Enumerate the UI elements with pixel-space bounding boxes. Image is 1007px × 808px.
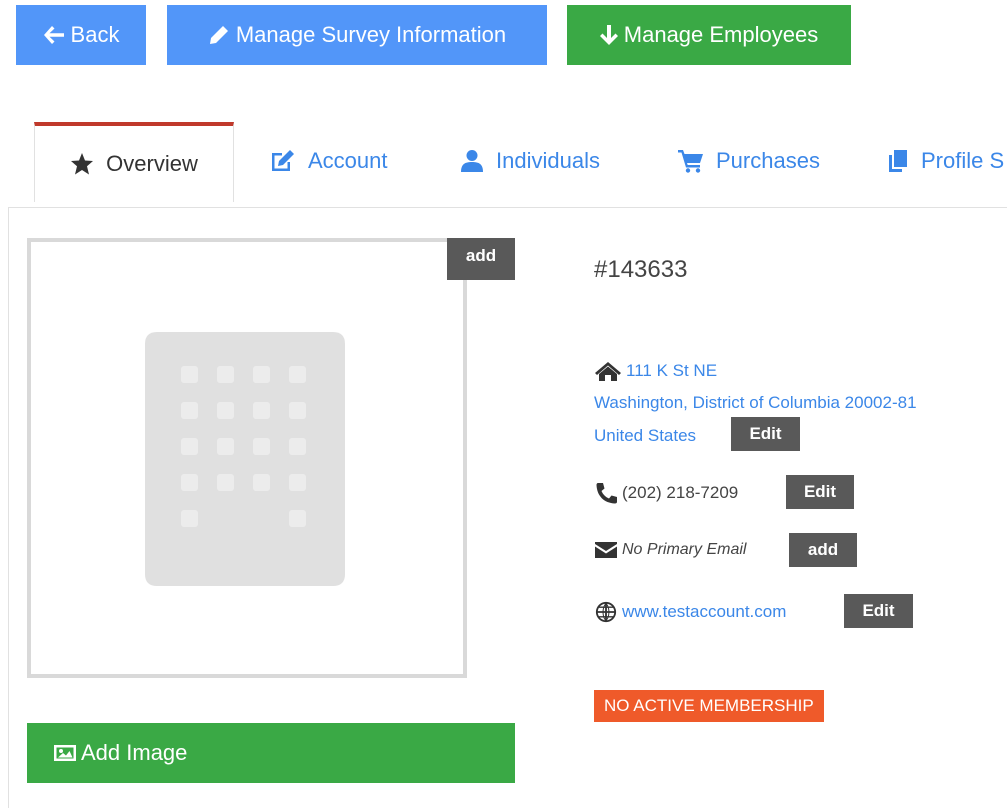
tab-individuals[interactable]: Individuals: [460, 122, 600, 200]
tab-profile[interactable]: Profile S: [887, 122, 1004, 200]
manage-survey-label: Manage Survey Information: [235, 22, 507, 47]
tab-purchases-label: Purchases: [716, 148, 820, 173]
email-add-button[interactable]: add: [789, 533, 857, 567]
add-image-tag[interactable]: add: [447, 238, 515, 280]
email-value: No Primary Email: [622, 541, 747, 558]
phone-number: (202) 218-7209: [622, 483, 739, 502]
envelope-icon: [595, 542, 617, 558]
home-icon: [595, 362, 621, 381]
phone-icon: [596, 483, 617, 504]
tab-profile-label: Profile S: [921, 148, 1005, 173]
tab-account-label: Account: [308, 148, 388, 173]
star-icon: [71, 153, 94, 175]
back-label: Back: [70, 22, 120, 47]
website-link[interactable]: www.testaccount.com: [622, 602, 786, 622]
address-line1[interactable]: 111 K St NE: [626, 361, 717, 381]
add-image-button[interactable]: Add Image: [27, 723, 515, 783]
user-icon: [461, 150, 483, 172]
edit-icon: [272, 150, 294, 171]
tab-purchases[interactable]: Purchases: [678, 122, 820, 200]
manage-employees-button[interactable]: Manage Employees: [567, 5, 851, 65]
address-line3[interactable]: United States: [594, 426, 696, 446]
tab-overview[interactable]: Overview: [34, 122, 234, 202]
account-id: #143633: [594, 256, 688, 283]
copy-icon: [889, 150, 907, 172]
phone-row: (202) 218-7209: [594, 482, 738, 504]
arrow-left-icon: [43, 26, 64, 44]
image-icon: [54, 745, 76, 761]
panel-border: [8, 207, 9, 808]
address-row: 111 K St NE: [594, 361, 717, 381]
address-line2[interactable]: Washington, District of Columbia 20002-8…: [594, 393, 917, 413]
membership-status-badge: NO ACTIVE MEMBERSHIP: [594, 690, 824, 722]
address-edit-button[interactable]: Edit: [731, 417, 800, 451]
tab-overview-label: Overview: [106, 151, 198, 176]
building-icon: [145, 332, 345, 586]
tab-divider: [8, 207, 1007, 208]
account-image-placeholder: [27, 238, 467, 678]
add-image-label: Add Image: [81, 740, 188, 765]
website-edit-button[interactable]: Edit: [844, 594, 913, 628]
tab-bar: Overview Account Individuals Purchases P…: [0, 122, 1007, 208]
manage-employees-label: Manage Employees: [623, 22, 819, 47]
manage-survey-button[interactable]: Manage Survey Information: [167, 5, 547, 65]
tab-account[interactable]: Account: [270, 122, 388, 200]
tab-individuals-label: Individuals: [496, 148, 600, 173]
globe-icon: [595, 601, 617, 623]
arrow-down-icon: [599, 25, 618, 45]
website-row: www.testaccount.com: [594, 601, 786, 623]
email-row: No Primary Email: [594, 541, 746, 559]
phone-edit-button[interactable]: Edit: [786, 475, 854, 509]
back-button[interactable]: Back: [16, 5, 146, 65]
pencil-icon: [209, 26, 228, 44]
cart-icon: [678, 150, 703, 173]
